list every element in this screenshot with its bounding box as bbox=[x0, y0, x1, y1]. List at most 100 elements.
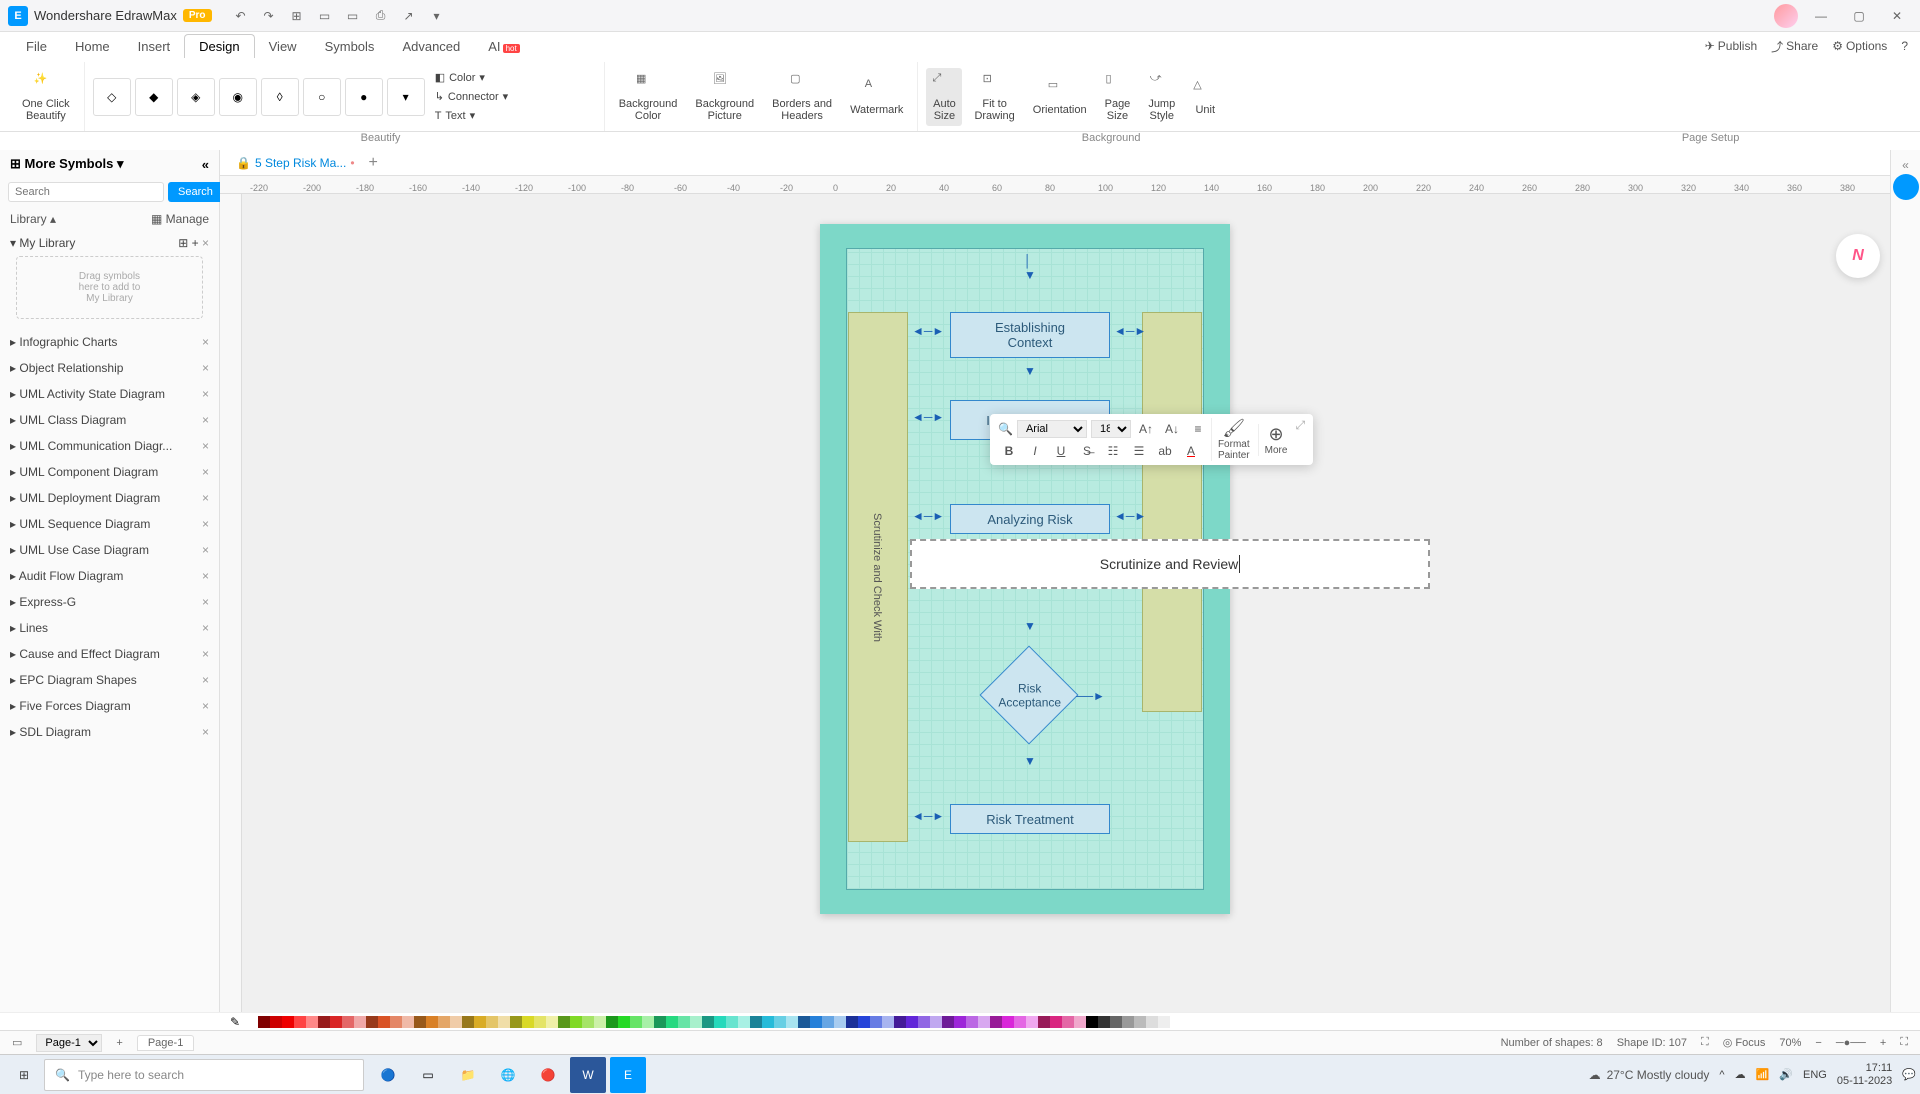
color-swatch[interactable] bbox=[966, 1016, 978, 1028]
tray-time[interactable]: 17:11 bbox=[1837, 1062, 1892, 1074]
task-view-icon[interactable]: ▭ bbox=[410, 1057, 446, 1093]
color-swatch[interactable] bbox=[558, 1016, 570, 1028]
color-swatch[interactable] bbox=[450, 1016, 462, 1028]
toolbar-expand-icon[interactable]: ⤢ bbox=[1295, 418, 1305, 433]
color-swatch[interactable] bbox=[738, 1016, 750, 1028]
color-swatch[interactable] bbox=[786, 1016, 798, 1028]
font-color-button[interactable]: A bbox=[1180, 441, 1202, 461]
menu-ai[interactable]: AIhot bbox=[474, 35, 533, 58]
color-swatch[interactable] bbox=[474, 1016, 486, 1028]
color-swatch[interactable] bbox=[366, 1016, 378, 1028]
ai-assistant-button[interactable]: N bbox=[1836, 234, 1880, 278]
color-swatch[interactable] bbox=[414, 1016, 426, 1028]
bold-button[interactable]: B bbox=[998, 441, 1020, 461]
flow-node-analyzing[interactable]: Analyzing Risk bbox=[950, 504, 1110, 534]
flow-node-context[interactable]: Establishing Context bbox=[950, 312, 1110, 358]
tray-notifications-icon[interactable]: 💬 bbox=[1902, 1068, 1916, 1081]
color-swatch[interactable] bbox=[942, 1016, 954, 1028]
save-button[interactable]: ▭ bbox=[344, 7, 362, 25]
color-swatch[interactable] bbox=[426, 1016, 438, 1028]
color-swatch[interactable] bbox=[294, 1016, 306, 1028]
color-swatch[interactable] bbox=[390, 1016, 402, 1028]
tray-volume-icon[interactable]: 🔊 bbox=[1779, 1068, 1793, 1081]
tray-date[interactable]: 05-11-2023 bbox=[1837, 1075, 1892, 1087]
auto-size-button[interactable]: ⤢Auto Size bbox=[926, 68, 962, 126]
options-button[interactable]: ⚙ Options bbox=[1832, 39, 1887, 53]
collapse-panel-button[interactable]: « bbox=[202, 157, 209, 172]
my-library-label[interactable]: My Library bbox=[19, 236, 75, 250]
background-color-button[interactable]: ▦Background Color bbox=[613, 68, 684, 126]
taskbar-search[interactable]: 🔍 Type here to search bbox=[44, 1059, 364, 1091]
color-swatch[interactable] bbox=[846, 1016, 858, 1028]
close-button[interactable]: ✕ bbox=[1882, 4, 1912, 28]
color-swatch[interactable] bbox=[822, 1016, 834, 1028]
color-swatch[interactable] bbox=[498, 1016, 510, 1028]
shape-category[interactable]: ▸ UML Communication Diagr...× bbox=[0, 433, 219, 459]
shape-category[interactable]: ▸ SDL Diagram× bbox=[0, 719, 219, 745]
zoom-slider[interactable]: ─●── bbox=[1836, 1037, 1866, 1049]
qat-more[interactable]: ▾ bbox=[428, 7, 446, 25]
menu-advanced[interactable]: Advanced bbox=[388, 35, 474, 58]
color-swatch[interactable] bbox=[1038, 1016, 1050, 1028]
color-swatch[interactable] bbox=[726, 1016, 738, 1028]
color-swatch[interactable] bbox=[258, 1016, 270, 1028]
redo-button[interactable]: ↷ bbox=[260, 7, 278, 25]
publish-button[interactable]: ✈ Publish bbox=[1705, 39, 1757, 53]
shape-category[interactable]: ▸ UML Sequence Diagram× bbox=[0, 511, 219, 537]
shape-category[interactable]: ▸ UML Component Diagram× bbox=[0, 459, 219, 485]
font-size-select[interactable]: 18 bbox=[1091, 420, 1131, 438]
color-swatch[interactable] bbox=[858, 1016, 870, 1028]
zoom-in-button[interactable]: + bbox=[1880, 1037, 1886, 1049]
help-button[interactable]: ? bbox=[1901, 39, 1908, 53]
maximize-button[interactable]: ▢ bbox=[1844, 4, 1874, 28]
shape-category[interactable]: ▸ EPC Diagram Shapes× bbox=[0, 667, 219, 693]
color-swatch[interactable] bbox=[282, 1016, 294, 1028]
color-swatch[interactable] bbox=[1002, 1016, 1014, 1028]
color-swatch[interactable] bbox=[954, 1016, 966, 1028]
color-swatch[interactable] bbox=[378, 1016, 390, 1028]
color-swatch[interactable] bbox=[594, 1016, 606, 1028]
color-swatch[interactable] bbox=[918, 1016, 930, 1028]
color-swatch[interactable] bbox=[402, 1016, 414, 1028]
ribbon-text-dropdown[interactable]: T Text ▾ bbox=[431, 107, 513, 124]
page-dropdown[interactable]: Page-1 bbox=[36, 1034, 102, 1052]
add-page-button[interactable]: + bbox=[116, 1037, 122, 1049]
minimize-button[interactable]: — bbox=[1806, 4, 1836, 28]
shape-category[interactable]: ▸ Cause and Effect Diagram× bbox=[0, 641, 219, 667]
shape-category[interactable]: ▸ Lines× bbox=[0, 615, 219, 641]
color-swatch[interactable] bbox=[810, 1016, 822, 1028]
symbol-search-input[interactable] bbox=[8, 182, 164, 202]
user-avatar[interactable] bbox=[1774, 4, 1798, 28]
undo-button[interactable]: ↶ bbox=[232, 7, 250, 25]
color-swatch[interactable] bbox=[570, 1016, 582, 1028]
color-swatch[interactable] bbox=[1098, 1016, 1110, 1028]
color-swatch[interactable] bbox=[510, 1016, 522, 1028]
color-swatch[interactable] bbox=[618, 1016, 630, 1028]
tray-lang[interactable]: ENG bbox=[1803, 1069, 1827, 1081]
right-panel-collapsed[interactable]: « bbox=[1890, 150, 1920, 1012]
background-picture-button[interactable]: 🖼Background Picture bbox=[689, 68, 760, 126]
menu-design[interactable]: Design bbox=[184, 34, 254, 58]
font-family-select[interactable]: Arial bbox=[1017, 420, 1087, 438]
bullet-list-button[interactable]: ☰ bbox=[1128, 441, 1150, 461]
lib-add-icon[interactable]: ⊞ bbox=[178, 236, 188, 250]
document-tab[interactable]: 🔒 5 Step Risk Ma... • bbox=[228, 154, 363, 172]
tray-network-icon[interactable]: 📶 bbox=[1756, 1068, 1770, 1081]
tray-chevron-icon[interactable]: ^ bbox=[1719, 1069, 1724, 1081]
new-button[interactable]: ⊞ bbox=[288, 7, 306, 25]
task-circles-icon[interactable]: 🔵 bbox=[370, 1057, 406, 1093]
manage-library-button[interactable]: ▦ Manage bbox=[151, 212, 209, 226]
eyedropper-icon[interactable]: ✎ bbox=[230, 1015, 240, 1029]
shape-category[interactable]: ▸ Object Relationship× bbox=[0, 355, 219, 381]
print-button[interactable]: ⎙ bbox=[372, 7, 390, 25]
fullscreen-button[interactable]: ⛶ bbox=[1701, 1036, 1709, 1049]
right-panel-toggle-icon[interactable] bbox=[1893, 174, 1919, 200]
canvas[interactable]: Scrutinize and Check With Establishing C… bbox=[220, 194, 1920, 1012]
ribbon-color-dropdown[interactable]: ◧ Color ▾ bbox=[431, 69, 513, 86]
color-swatch[interactable] bbox=[582, 1016, 594, 1028]
text-edit-box[interactable]: Scrutinize and Review bbox=[910, 539, 1430, 589]
orientation-button[interactable]: ▭Orientation bbox=[1027, 74, 1093, 120]
lib-plus-icon[interactable]: + bbox=[192, 236, 199, 250]
align-button[interactable]: ≡ bbox=[1187, 419, 1209, 439]
color-swatch[interactable] bbox=[1026, 1016, 1038, 1028]
